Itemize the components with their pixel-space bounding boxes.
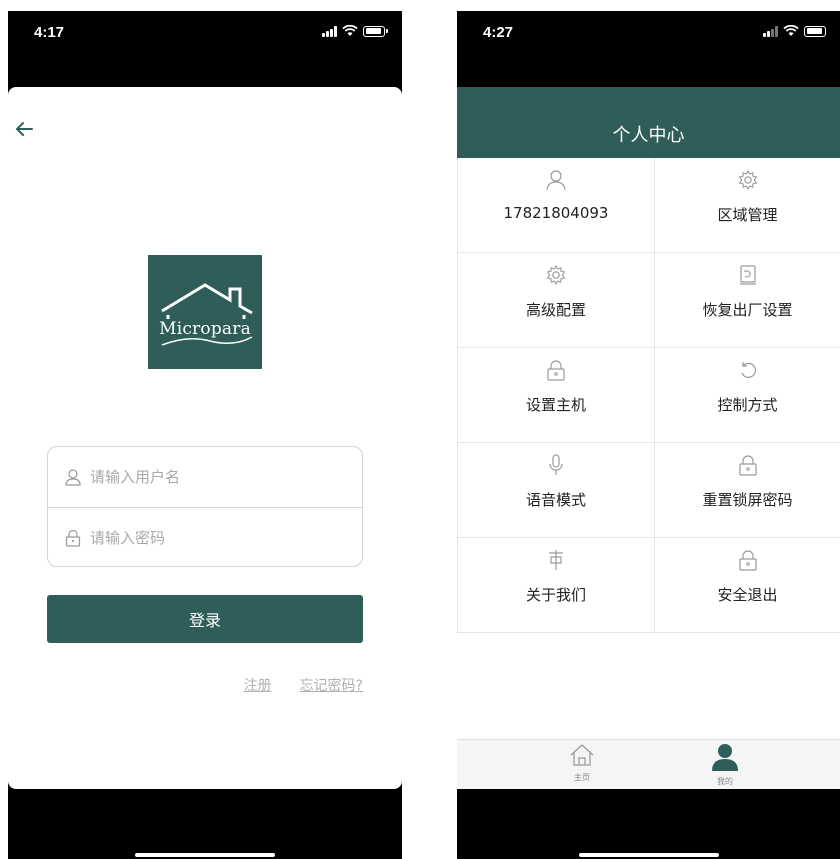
user-icon bbox=[65, 469, 81, 486]
auth-links: 注册 忘记密码? bbox=[244, 675, 363, 695]
info-icon bbox=[549, 550, 563, 570]
wifi-icon bbox=[783, 25, 799, 36]
set-host-cell[interactable]: 设置主机 bbox=[457, 348, 654, 443]
set-host-label: 设置主机 bbox=[525, 396, 586, 414]
user-icon bbox=[546, 170, 566, 191]
login-button[interactable]: 登录 bbox=[47, 595, 363, 643]
register-link[interactable]: 注册 bbox=[244, 675, 272, 695]
logout-label: 安全退出 bbox=[717, 586, 778, 604]
account-cell[interactable]: 17821804093 bbox=[457, 158, 654, 253]
house-logo-icon bbox=[161, 283, 253, 346]
advanced-config-label: 高级配置 bbox=[525, 301, 586, 319]
username-input[interactable] bbox=[90, 468, 330, 486]
reset-lock-password-cell[interactable]: 重置锁屏密码 bbox=[654, 443, 840, 538]
settings-grid: 17821804093 区域管理 高级配置 恢复出厂设置 设置主机 控制方式 语… bbox=[457, 158, 840, 633]
lock-icon bbox=[65, 529, 81, 547]
grid-row: 17821804093 区域管理 bbox=[457, 158, 840, 253]
home-indicator bbox=[578, 853, 719, 857]
status-icons bbox=[763, 25, 826, 37]
grid-row: 高级配置 恢复出厂设置 bbox=[457, 253, 840, 348]
control-mode-label: 控制方式 bbox=[717, 396, 778, 414]
microphone-icon bbox=[549, 454, 563, 475]
refresh-icon bbox=[740, 362, 756, 378]
grid-row: 语音模式 重置锁屏密码 bbox=[457, 443, 840, 538]
app-logo: Micropara bbox=[148, 255, 262, 369]
area-management-cell[interactable]: 区域管理 bbox=[654, 158, 840, 253]
username-row bbox=[48, 447, 362, 507]
voice-mode-cell[interactable]: 语音模式 bbox=[457, 443, 654, 538]
factory-reset-label: 恢复出厂设置 bbox=[702, 301, 793, 319]
reset-device-icon bbox=[739, 265, 756, 285]
signal-icon bbox=[763, 25, 778, 37]
home-icon bbox=[570, 744, 594, 766]
bottom-tab-bar: 主页 我的 bbox=[457, 739, 840, 789]
logo-text: Micropara bbox=[159, 319, 251, 339]
login-form bbox=[47, 446, 363, 567]
tab-mine-label: 我的 bbox=[717, 777, 733, 786]
grid-row: 关于我们 安全退出 bbox=[457, 538, 840, 633]
profile-phone-screen: 4:27 个人中心 17821804093 区域管理 高级配置 恢复出厂设置 设… bbox=[457, 11, 840, 859]
status-bar: 4:27 bbox=[457, 11, 840, 55]
status-bar: 4:17 bbox=[8, 11, 402, 55]
battery-icon bbox=[363, 25, 385, 37]
lock-icon bbox=[738, 550, 757, 571]
reset-lock-password-label: 重置锁屏密码 bbox=[702, 491, 793, 509]
profile-sheet: 个人中心 17821804093 区域管理 高级配置 恢复出厂设置 设置主机 控… bbox=[457, 87, 840, 789]
lock-icon bbox=[738, 455, 757, 476]
back-arrow-icon[interactable] bbox=[12, 117, 36, 141]
tab-mine[interactable]: 我的 bbox=[705, 743, 745, 787]
battery-tip bbox=[386, 29, 388, 33]
status-time: 4:27 bbox=[483, 24, 514, 41]
password-row bbox=[48, 507, 362, 567]
home-indicator bbox=[135, 853, 275, 857]
tab-home[interactable]: 主页 bbox=[562, 743, 602, 783]
phone-number: 17821804093 bbox=[503, 204, 609, 222]
login-sheet: Micropara 登录 注册 忘记密码? bbox=[8, 87, 402, 789]
person-icon bbox=[712, 744, 738, 771]
battery-icon bbox=[804, 25, 826, 37]
password-input[interactable] bbox=[90, 528, 330, 547]
advanced-config-cell[interactable]: 高级配置 bbox=[457, 253, 654, 348]
login-phone-screen: 4:17 Micropara 请输入用户名 登录 注册 忘记密码? bbox=[8, 11, 402, 859]
control-mode-cell[interactable]: 控制方式 bbox=[654, 348, 840, 443]
area-management-label: 区域管理 bbox=[717, 206, 778, 224]
status-icons bbox=[322, 25, 388, 37]
about-us-cell[interactable]: 关于我们 bbox=[457, 538, 654, 633]
factory-reset-cell[interactable]: 恢复出厂设置 bbox=[654, 253, 840, 348]
gear-icon bbox=[738, 169, 757, 191]
logout-cell[interactable]: 安全退出 bbox=[654, 538, 840, 633]
page-title: 个人中心 bbox=[457, 87, 840, 158]
forgot-password-link[interactable]: 忘记密码? bbox=[300, 675, 363, 695]
lock-icon bbox=[547, 360, 565, 381]
grid-row: 设置主机 控制方式 bbox=[457, 348, 840, 443]
status-time: 4:17 bbox=[34, 24, 65, 41]
about-us-label: 关于我们 bbox=[525, 586, 586, 604]
signal-icon bbox=[322, 25, 337, 37]
wifi-icon bbox=[342, 25, 358, 36]
voice-mode-label: 语音模式 bbox=[525, 491, 586, 509]
gear-icon bbox=[546, 264, 566, 286]
tab-home-label: 主页 bbox=[574, 773, 590, 782]
